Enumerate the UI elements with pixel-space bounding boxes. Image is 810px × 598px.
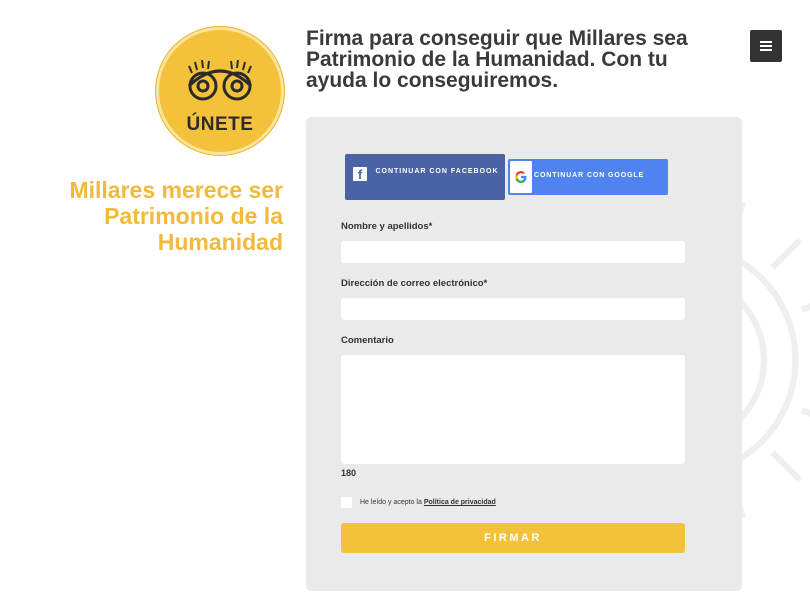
- comment-textarea[interactable]: [341, 355, 685, 464]
- consent-text: He leído y acepto la Política de privaci…: [360, 497, 496, 508]
- millares-eyes-icon: [187, 59, 253, 101]
- tagline: Millares merece ser Patrimonio de la Hum…: [69, 177, 283, 255]
- facebook-icon: f: [353, 167, 367, 182]
- google-icon: [510, 161, 532, 193]
- email-label: Dirección de correo electrónico*: [341, 278, 488, 289]
- name-field[interactable]: [341, 241, 685, 263]
- name-label: Nombre y apellidos*: [341, 221, 433, 232]
- hamburger-icon-line: [760, 45, 772, 47]
- facebook-login-label: CONTINUAR CON FACEBOOK: [375, 168, 499, 175]
- consent-prefix: He leído y acepto la: [360, 499, 424, 506]
- hamburger-icon: [760, 41, 772, 43]
- email-field[interactable]: [341, 298, 685, 320]
- sign-button[interactable]: FIRMAR: [341, 523, 685, 553]
- privacy-policy-link[interactable]: Política de privacidad: [424, 499, 496, 506]
- google-login-button[interactable]: CONTINUAR CON GOOGLE: [508, 159, 668, 195]
- unete-logo[interactable]: ÚNETE: [156, 27, 284, 155]
- hamburger-icon-line: [760, 49, 772, 51]
- signature-form-panel: f CONTINUAR CON FACEBOOK CONTINUAR CON G…: [306, 117, 742, 591]
- char-counter: 180: [341, 468, 357, 478]
- comment-label: Comentario: [341, 335, 394, 346]
- google-login-label: CONTINUAR CON GOOGLE: [534, 172, 645, 179]
- menu-button[interactable]: [750, 30, 782, 62]
- consent-checkbox[interactable]: [341, 497, 352, 508]
- facebook-login-button[interactable]: f CONTINUAR CON FACEBOOK: [345, 154, 505, 200]
- logo-word: ÚNETE: [186, 114, 254, 135]
- page-headline: Firma para conseguir que Millares sea Pa…: [306, 27, 688, 92]
